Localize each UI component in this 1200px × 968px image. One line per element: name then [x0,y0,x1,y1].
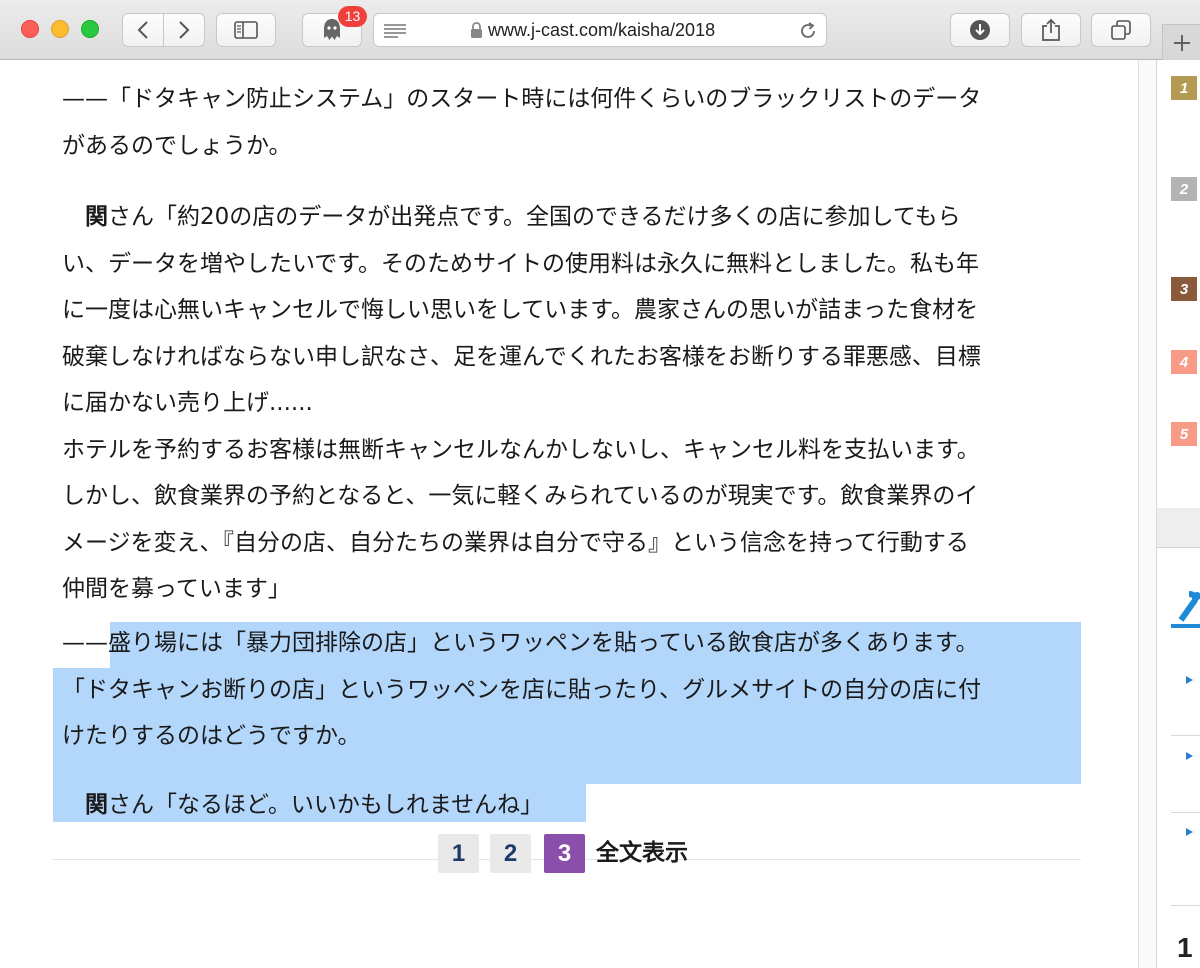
text-line: に一度は心無いキャンセルで悔しい思いをしています。農家さんの思いが詰まった食材を [62,297,979,323]
close-window-button[interactable] [21,20,39,38]
sidebar-section-header [1157,508,1200,548]
downloads-button[interactable] [950,13,1010,47]
speaker-name: 関 [85,204,108,230]
tab-overview-button[interactable] [1091,13,1151,47]
rank-badge-3[interactable]: 3 [1171,277,1197,301]
sidebar-toggle-button[interactable] [216,13,276,47]
text-line: しかし、飲食業界の予約となると、一気に軽くみられているのが現実です。飲食業界のイ [62,483,979,509]
back-button[interactable] [122,13,164,47]
text-line: メージを変え、『自分の店、自分たちの業界は自分で守る』という信念を持って行動する [62,529,969,556]
text-line: ——盛り場には「暴力団排除の店」というワッペンを貼っている飲食店が多くあります。 [62,630,979,656]
text-line: 関さん「約20の店のデータが出発点です。全国のできるだけ多くの店に参加してもら [62,194,981,241]
speaker-name: 関 [85,792,108,818]
text-line: ——「ドタキャン防止システム」のスタート時には何件くらいのブラックリストのデータ [62,86,982,112]
arrow-bullet-icon [1186,676,1193,684]
extension-badge: 13 [338,6,367,27]
answer-paragraph: 関さん「なるほど。いいかもしれませんね」 [62,782,543,829]
full-text-link[interactable]: 全文表示 [596,834,688,873]
text-line: 破棄しなければならない申し訳なさ、足を運んでくれたお客様をお断りする罪悪感、目標 [62,343,981,370]
forward-button[interactable] [163,13,205,47]
divider [1171,905,1200,906]
question-paragraph: ——「ドタキャン防止システム」のスタート時には何件くらいのブラックリストのデータ… [62,76,981,169]
divider [1171,812,1200,813]
text-span: さん「なるほど。いいかもしれませんね」 [108,792,544,818]
rank-badge-5[interactable]: 5 [1171,422,1197,446]
text-line: 「ドタキャンお断りの店」というワッペンを店に貼ったり、グルメサイトの自分の店に付 [62,676,982,703]
answer-paragraph: 関さん「約20の店のデータが出発点です。全国のできるだけ多くの店に参加してもら … [62,194,981,613]
page-current-3[interactable]: 3 [544,834,585,873]
partial-rank-digit: 1 [1177,932,1193,963]
rank-badge-1[interactable]: 1 [1171,76,1197,100]
text-line: があるのでしょうか。 [62,132,292,159]
page-link-1[interactable]: 1 [438,834,479,873]
download-icon [970,20,990,40]
text-line: い、データを増やしたいです。そのためサイトの使用料は永久に無料としました。私も年 [62,250,980,277]
reader-view-icon[interactable] [384,23,406,39]
address-bar[interactable]: www.j-cast.com/kaisha/2018 [373,13,827,47]
scroll-track[interactable] [1138,60,1156,968]
url-text: www.j-cast.com/kaisha/2018 [488,20,788,42]
divider [1171,735,1200,736]
text-line: 仲間を募っています」 [62,576,291,602]
rank-badge-2[interactable]: 2 [1171,177,1197,201]
plus-icon [1173,34,1190,51]
tabs-icon [1111,20,1131,40]
text-line: けたりするのはどうですか。 [62,723,361,749]
reload-icon[interactable] [798,21,818,41]
rank-badge-4[interactable]: 4 [1171,350,1197,374]
ranking-sidebar: 1 2 3 4 5 1 [1156,60,1200,968]
chevron-right-icon [179,21,190,39]
new-tab-button[interactable] [1162,24,1200,60]
lock-icon [471,22,482,38]
browser-toolbar: 13 www.j-cast.com/kaisha/2018 [0,0,1200,60]
text-span: さん「約20の店のデータが出発点です。全国のできるだけ多くの店に参加してもら [108,204,961,230]
share-icon [1042,18,1060,41]
share-button[interactable] [1021,13,1081,47]
page-link-2[interactable]: 2 [490,834,531,873]
zoom-window-button[interactable] [81,20,99,38]
sidebar-icon [234,21,258,39]
text-line: ホテルを予約するお客様は無断キャンセルなんかしないし、キャンセル料を支払います。 [62,436,980,463]
chevron-left-icon [137,21,148,39]
partial-logo-icon [1171,591,1200,628]
article-content: ——「ドタキャン防止システム」のスタート時には何件くらいのブラックリストのデータ… [0,60,1138,968]
minimize-window-button[interactable] [51,20,69,38]
question-paragraph: ——盛り場には「暴力団排除の店」というワッペンを貼っている飲食店が多くあります。… [62,620,981,760]
text-line: に届かない売り上げ...... [62,390,313,416]
text-line: 関さん「なるほど。いいかもしれませんね」 [62,782,543,829]
arrow-bullet-icon [1186,828,1193,836]
arrow-bullet-icon [1186,752,1193,760]
